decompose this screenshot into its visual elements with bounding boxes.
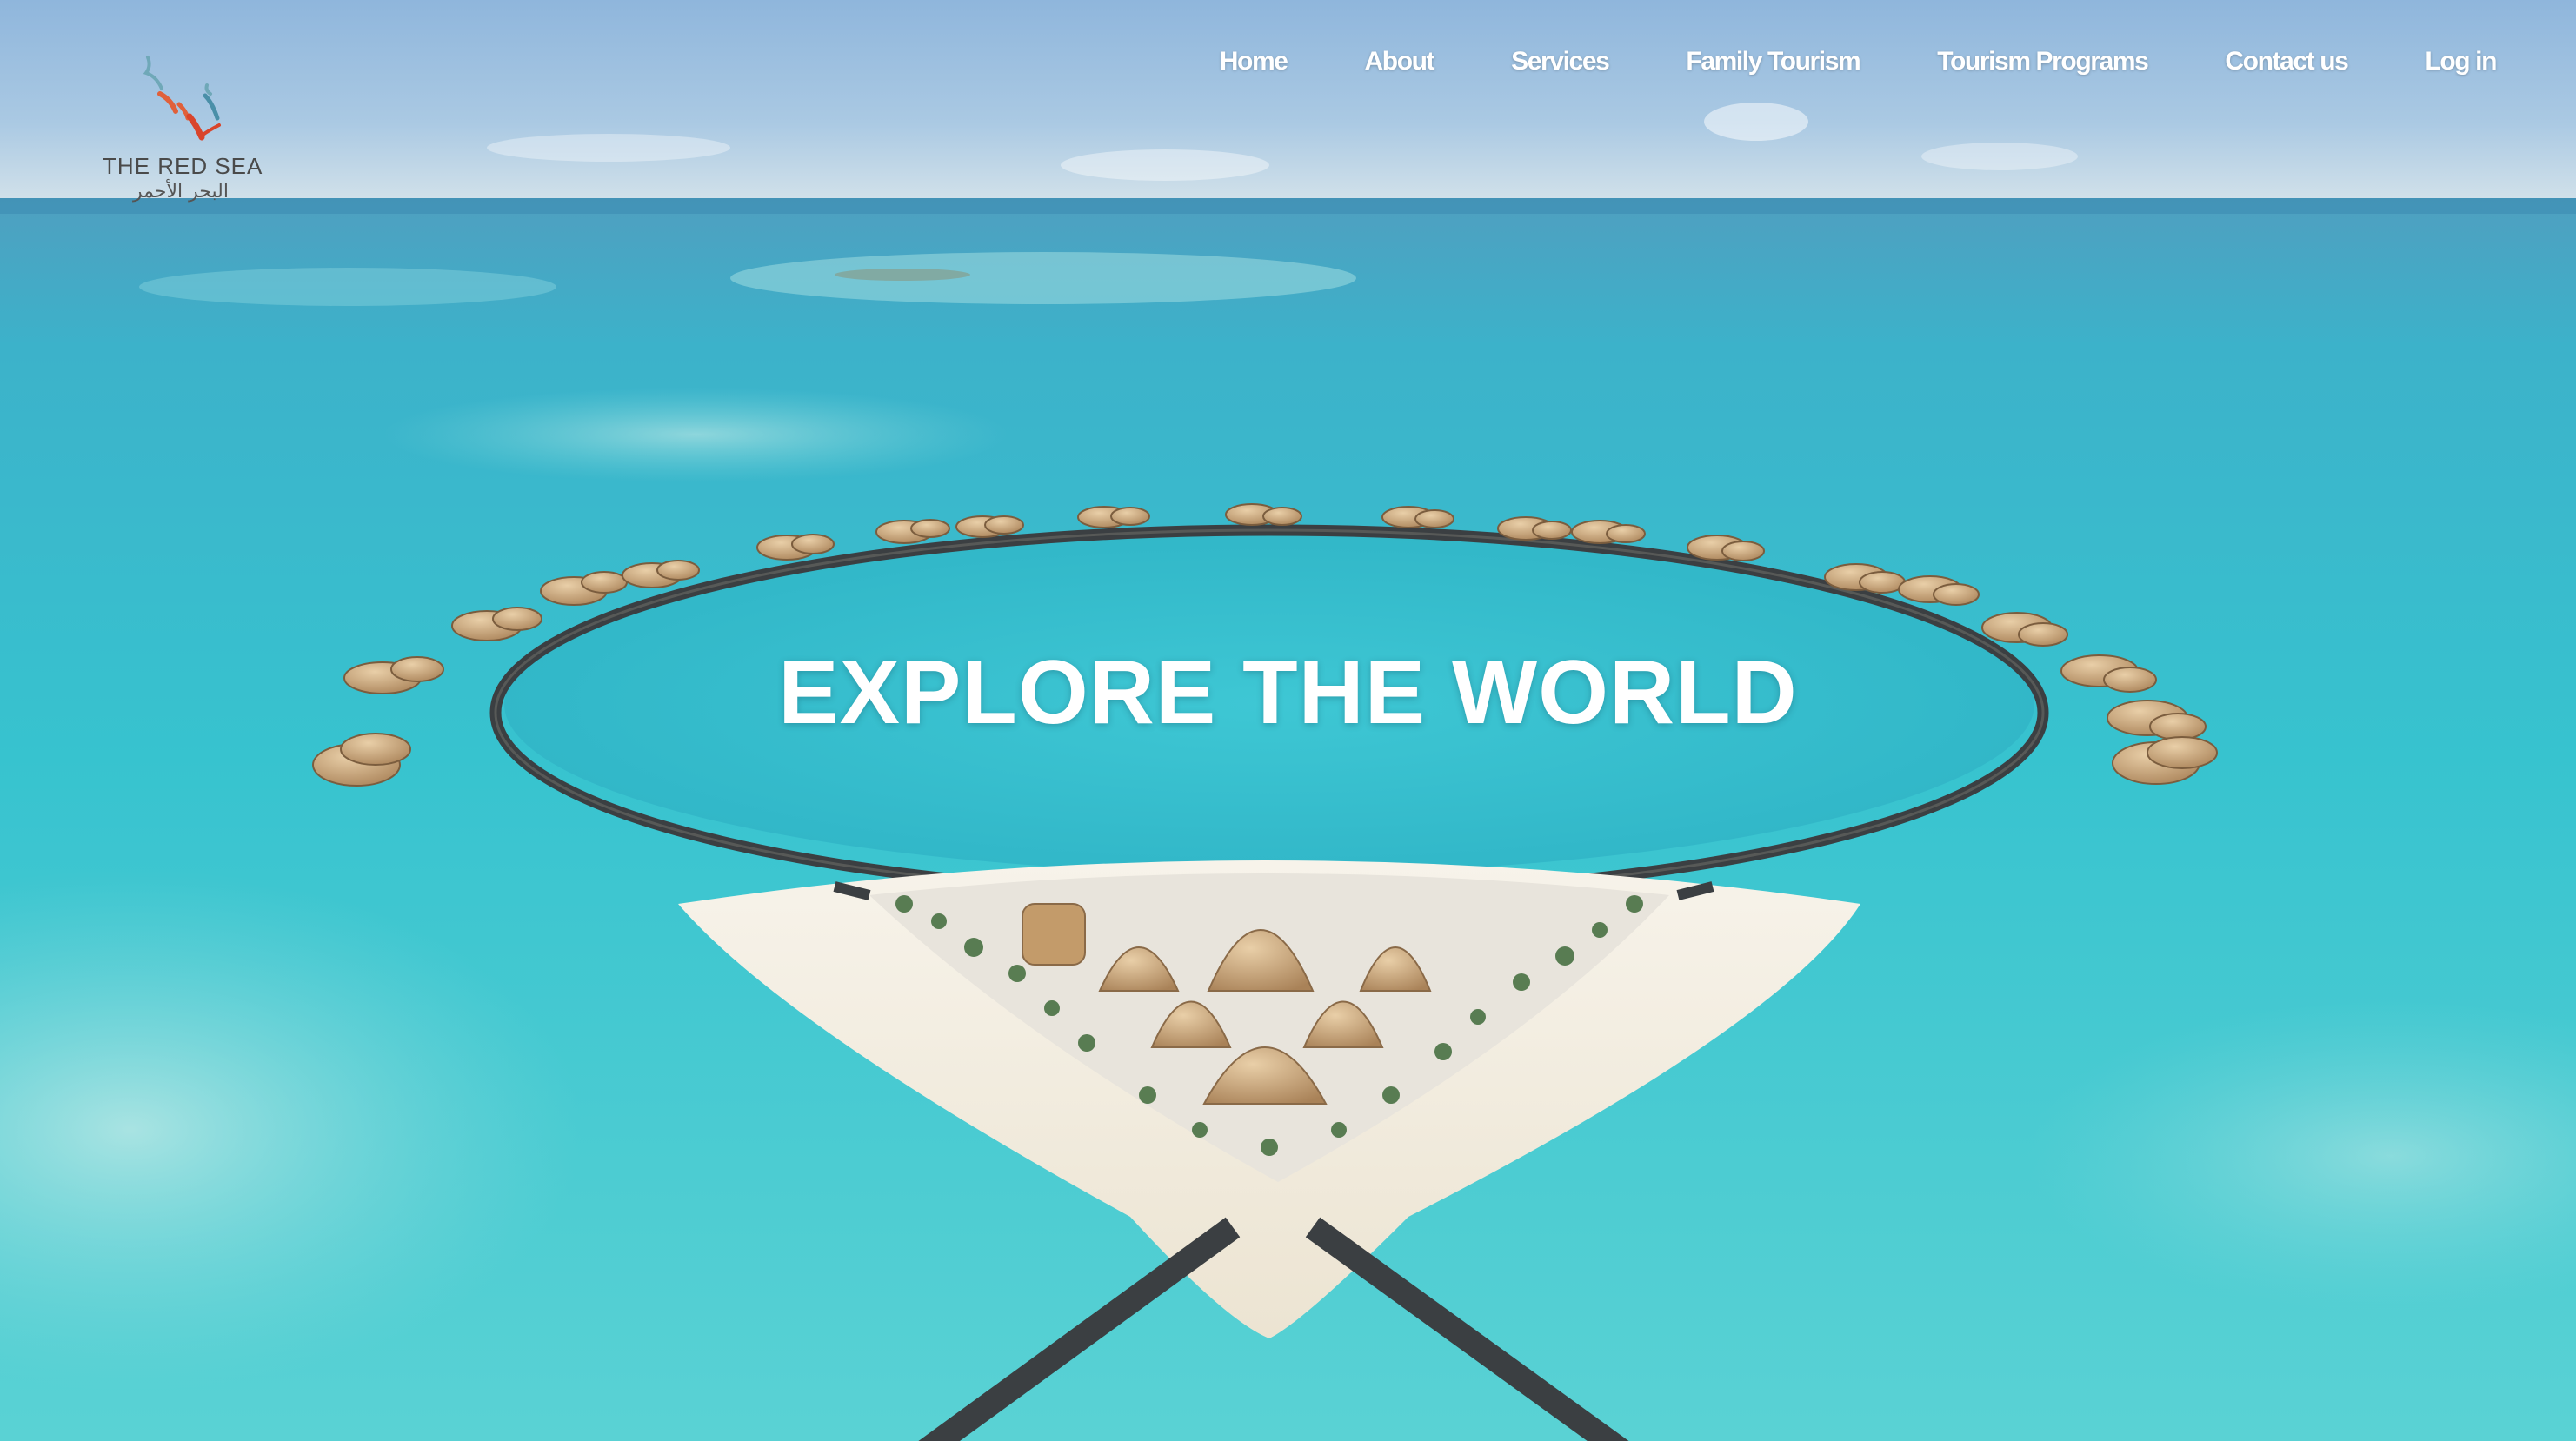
main-nav: Home About Services Family Tourism Touri… xyxy=(1220,47,2498,76)
nav-link-contact-us[interactable]: Contact us xyxy=(2225,47,2348,76)
hero-section: THE RED SEA البحر الأحمر Home About Serv… xyxy=(0,0,2576,1441)
nav-link-services[interactable]: Services xyxy=(1511,47,1610,76)
nav-link-family-tourism[interactable]: Family Tourism xyxy=(1686,47,1860,76)
nav-link-home[interactable]: Home xyxy=(1220,47,1288,76)
nav-link-tourism-programs[interactable]: Tourism Programs xyxy=(1937,47,2149,76)
brand-logo[interactable]: THE RED SEA البحر الأحمر xyxy=(103,50,263,211)
logo-text-english: THE RED SEA xyxy=(103,153,263,179)
nav-link-about[interactable]: About xyxy=(1365,47,1435,76)
red-sea-logo-icon xyxy=(143,56,221,141)
logo-text-arabic: البحر الأحمر xyxy=(133,181,229,203)
hero-headline: EXPLORE THE WORLD xyxy=(778,642,1798,743)
nav-link-log-in[interactable]: Log in xyxy=(2425,47,2497,76)
